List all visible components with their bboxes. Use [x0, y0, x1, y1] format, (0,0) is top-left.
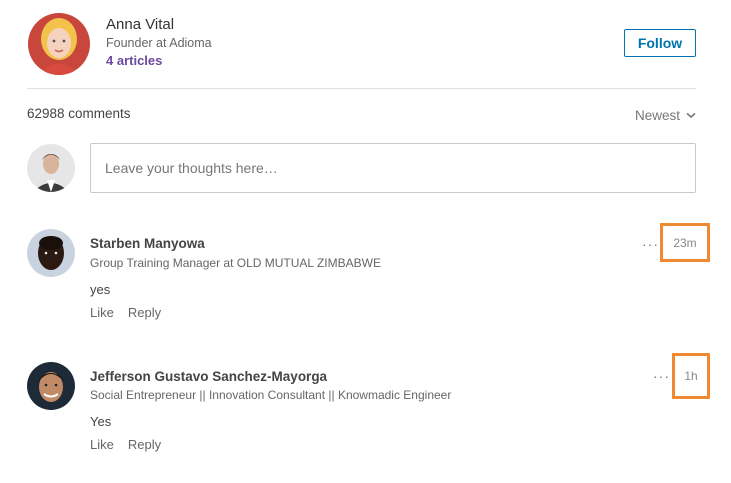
comment-text: Yes [90, 414, 112, 429]
sort-dropdown[interactable]: Newest [635, 108, 696, 123]
reply-button[interactable]: Reply [128, 437, 161, 452]
current-user-avatar [27, 144, 75, 192]
like-button[interactable]: Like [90, 305, 114, 320]
author-name[interactable]: Anna Vital [106, 16, 174, 33]
comment-input[interactable] [90, 143, 696, 193]
divider [27, 88, 696, 89]
comment-actions: Like Reply [90, 305, 161, 320]
author-avatar[interactable] [28, 13, 90, 75]
comment-author-name[interactable]: Starben Manyowa [90, 236, 205, 251]
article-comments-page: Anna Vital Founder at Adioma 4 articles … [0, 0, 731, 483]
author-articles-link[interactable]: 4 articles [106, 53, 162, 68]
comment-text: yes [90, 282, 111, 297]
comment-author-headline: Group Training Manager at OLD MUTUAL ZIM… [90, 256, 381, 270]
more-horizontal-icon[interactable]: ··· [653, 368, 670, 384]
reply-button[interactable]: Reply [128, 305, 161, 320]
comment-time-label: 1h [684, 369, 698, 383]
comment-time-label: 23m [673, 235, 697, 250]
comment-author-avatar[interactable] [27, 362, 75, 410]
comment-author-headline: Social Entrepreneur || Innovation Consul… [90, 388, 452, 402]
author-headline: Founder at Adioma [106, 36, 212, 50]
comment-timestamp: 23m [660, 223, 710, 262]
follow-button[interactable]: Follow [624, 29, 696, 57]
comment-actions: Like Reply [90, 437, 161, 452]
comment-author-avatar[interactable] [27, 229, 75, 277]
sort-label: Newest [634, 108, 680, 123]
like-button[interactable]: Like [90, 437, 114, 452]
chevron-down-icon [686, 112, 696, 119]
comments-count: 62988 comments [27, 106, 131, 121]
comment-author-name[interactable]: Jefferson Gustavo Sanchez-Mayorga [90, 369, 327, 384]
comment-timestamp: 1h [672, 353, 710, 399]
more-horizontal-icon[interactable]: ··· [642, 236, 659, 252]
